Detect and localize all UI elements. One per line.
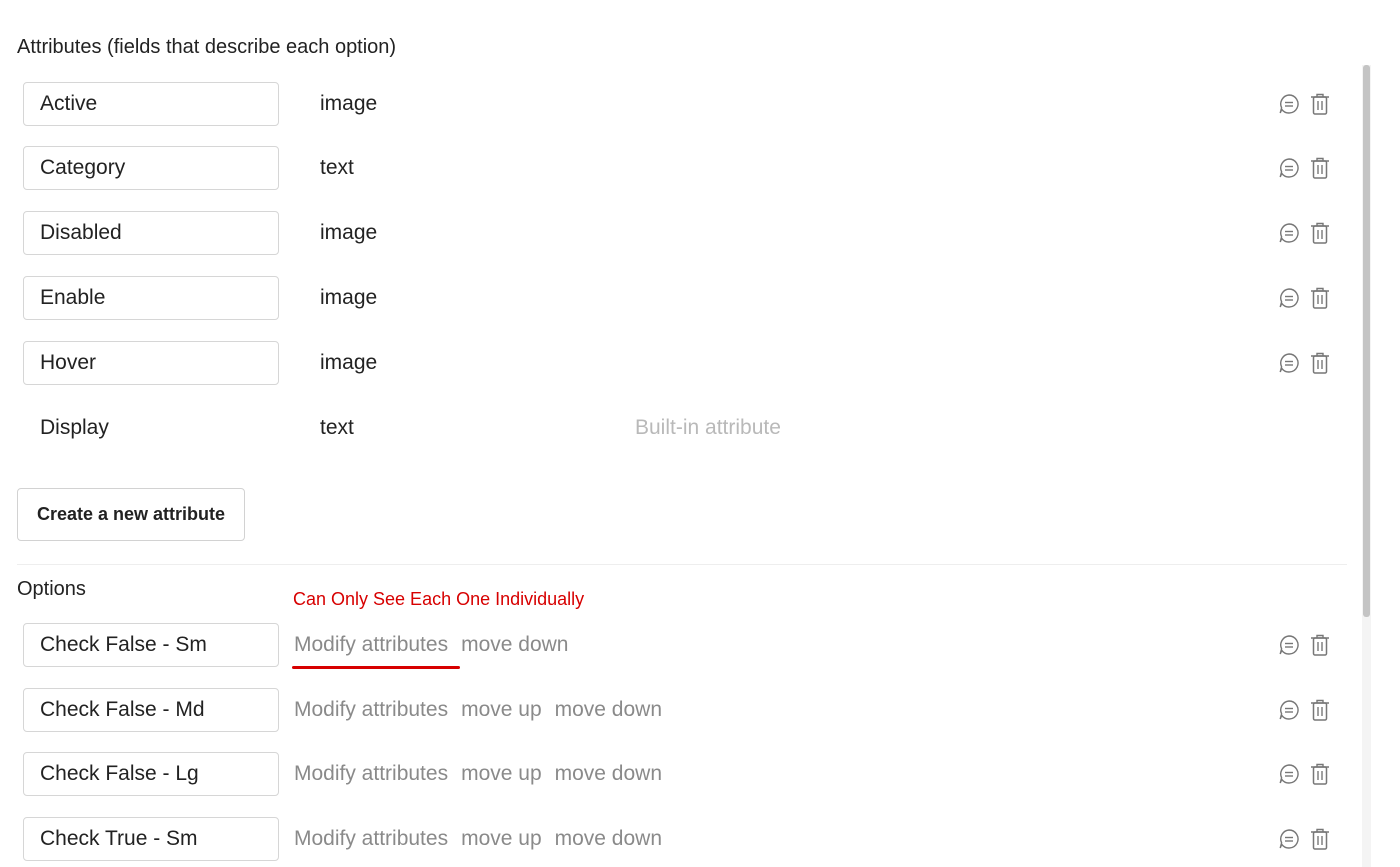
- comment-icon[interactable]: [1278, 762, 1300, 786]
- option-row: Check False - Md Modify attributes move …: [0, 688, 1345, 734]
- trash-icon[interactable]: [1309, 286, 1331, 310]
- trash-icon[interactable]: [1309, 762, 1331, 786]
- option-row: Check True - Sm Modify attributes move u…: [0, 817, 1345, 863]
- option-row: Check False - Sm Modify attributes move …: [0, 623, 1345, 669]
- modify-attributes-link[interactable]: Modify attributes: [294, 633, 448, 657]
- scrollbar-thumb[interactable]: [1363, 65, 1370, 617]
- trash-icon[interactable]: [1309, 92, 1331, 116]
- move-up-link[interactable]: move up: [461, 698, 542, 722]
- comment-icon[interactable]: [1278, 221, 1300, 245]
- move-down-link[interactable]: move down: [555, 698, 662, 722]
- option-actions: Modify attributes move down: [294, 623, 581, 667]
- comment-icon[interactable]: [1278, 827, 1300, 851]
- attribute-name-field[interactable]: Hover: [23, 341, 279, 385]
- builtin-attribute-note: Built-in attribute: [635, 416, 781, 439]
- attribute-name-field[interactable]: Category: [23, 146, 279, 190]
- modify-attributes-link[interactable]: Modify attributes: [294, 762, 448, 786]
- comment-icon[interactable]: [1278, 156, 1300, 180]
- option-name-field[interactable]: Check False - Lg: [23, 752, 279, 796]
- options-section-title: Options: [17, 578, 86, 600]
- option-name-field[interactable]: Check False - Md: [23, 688, 279, 732]
- attribute-type: image: [320, 221, 378, 244]
- attribute-name-label: Display: [40, 416, 109, 439]
- option-name-field[interactable]: Check True - Sm: [23, 817, 279, 861]
- attribute-row: Disabled image: [0, 211, 1345, 257]
- move-down-link[interactable]: move down: [555, 762, 662, 786]
- modify-attributes-link[interactable]: Modify attributes: [294, 698, 448, 722]
- move-up-link[interactable]: move up: [461, 827, 542, 851]
- attribute-type: image: [320, 286, 378, 309]
- attribute-row: Active image: [0, 82, 1345, 128]
- attribute-row: Hover image: [0, 341, 1345, 387]
- attribute-name-field[interactable]: Active: [23, 82, 279, 126]
- attribute-type: image: [320, 92, 378, 115]
- option-actions: Modify attributes move up move down: [294, 817, 675, 861]
- modify-attributes-link[interactable]: Modify attributes: [294, 827, 448, 851]
- attribute-type: text: [320, 156, 354, 179]
- move-down-link[interactable]: move down: [555, 827, 662, 851]
- comment-icon[interactable]: [1278, 633, 1300, 657]
- option-actions: Modify attributes move up move down: [294, 688, 675, 732]
- move-down-link[interactable]: move down: [461, 633, 568, 657]
- option-actions: Modify attributes move up move down: [294, 752, 675, 796]
- option-row: Check False - Lg Modify attributes move …: [0, 752, 1345, 798]
- attribute-type: image: [320, 351, 378, 374]
- section-divider: [17, 564, 1347, 565]
- create-attribute-button[interactable]: Create a new attribute: [17, 488, 245, 541]
- trash-icon[interactable]: [1309, 351, 1331, 375]
- move-up-link[interactable]: move up: [461, 762, 542, 786]
- attribute-type: text: [320, 416, 354, 439]
- annotation-underline: [292, 666, 460, 669]
- trash-icon[interactable]: [1309, 827, 1331, 851]
- attribute-name-field[interactable]: Disabled: [23, 211, 279, 255]
- attribute-row: Enable image: [0, 276, 1345, 322]
- attributes-section-title: Attributes (fields that describe each op…: [17, 36, 397, 58]
- comment-icon[interactable]: [1278, 92, 1300, 116]
- comment-icon[interactable]: [1278, 351, 1300, 375]
- trash-icon[interactable]: [1309, 156, 1331, 180]
- trash-icon[interactable]: [1309, 633, 1331, 657]
- comment-icon[interactable]: [1278, 286, 1300, 310]
- option-name-field[interactable]: Check False - Sm: [23, 623, 279, 667]
- comment-icon[interactable]: [1278, 698, 1300, 722]
- attribute-name-field[interactable]: Enable: [23, 276, 279, 320]
- trash-icon[interactable]: [1309, 221, 1331, 245]
- builtin-attribute-row: Display text Built-in attribute: [0, 406, 1345, 452]
- trash-icon[interactable]: [1309, 698, 1331, 722]
- attribute-row: Category text: [0, 146, 1345, 192]
- annotation-text: Can Only See Each One Individually: [293, 589, 585, 609]
